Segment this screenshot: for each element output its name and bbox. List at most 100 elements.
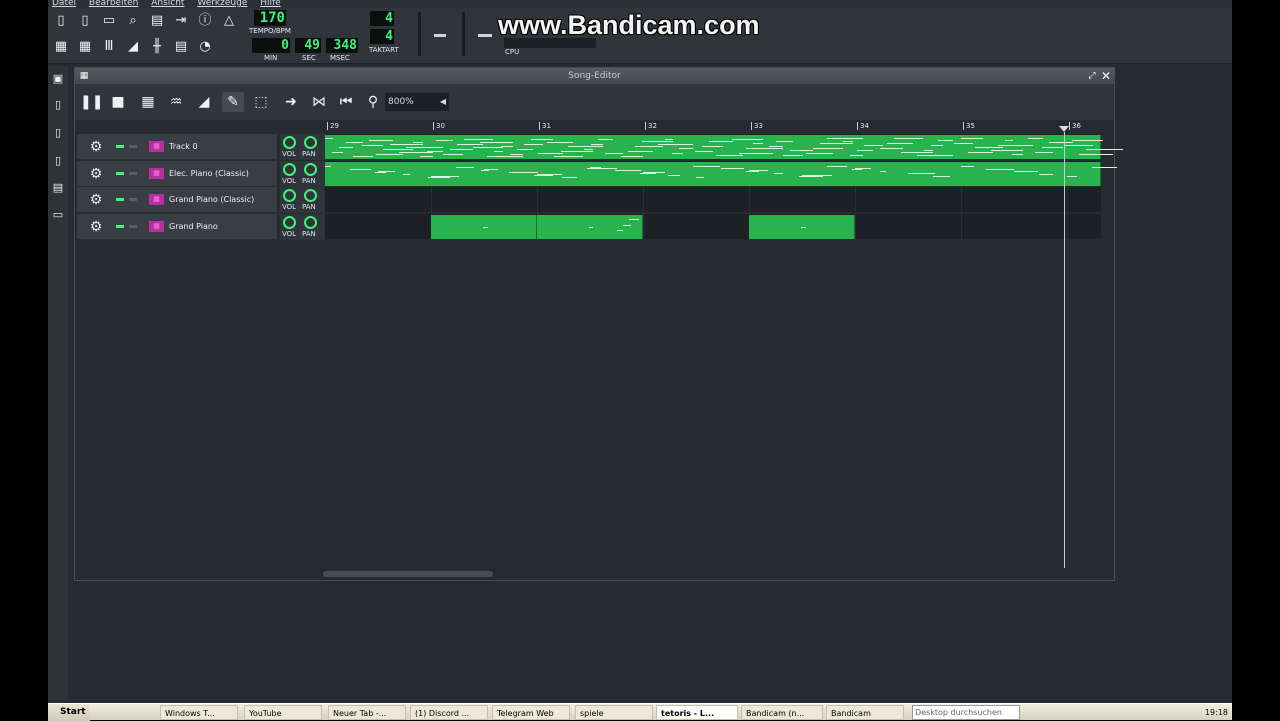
- maximize-icon[interactable]: ⤢: [1086, 70, 1098, 82]
- time-sig-denominator[interactable]: 4: [370, 29, 394, 44]
- master-pitch-slider[interactable]: [462, 12, 465, 56]
- add-automation-track-button[interactable]: ◢: [193, 92, 215, 112]
- gear-icon[interactable]: ⚙: [87, 138, 105, 156]
- pattern-clip[interactable]: [749, 214, 855, 239]
- time-sig-numerator[interactable]: 4: [370, 11, 394, 26]
- stop-behaviour-button[interactable]: ⏮: [335, 92, 357, 112]
- timeline[interactable]: 29 30 31 32 33 34 35 36: [327, 122, 1102, 134]
- automation-editor-icon[interactable]: ◢: [124, 38, 142, 56]
- mute-toggle[interactable]: [116, 145, 124, 148]
- menu-tools[interactable]: Werkzeuge: [197, 0, 247, 8]
- taskbar-task[interactable]: Windows T...: [160, 705, 238, 720]
- solo-toggle[interactable]: [129, 145, 137, 148]
- menu-file[interactable]: Datei: [52, 0, 76, 8]
- pan-knob[interactable]: [304, 215, 317, 229]
- edit-mode-button[interactable]: ⬚: [250, 92, 272, 112]
- export-icon[interactable]: ⇥: [172, 12, 190, 30]
- taskbar-task[interactable]: Bandicam (n...: [741, 705, 823, 720]
- projects-icon[interactable]: ▯: [51, 98, 65, 112]
- master-volume-slider[interactable]: [418, 12, 421, 56]
- instrument-plugins-icon[interactable]: ▣: [51, 72, 65, 86]
- beat-bassline-icon[interactable]: ▦: [76, 38, 94, 56]
- solo-toggle[interactable]: [129, 224, 137, 228]
- taskbar-task[interactable]: Neuer Tab -...: [328, 705, 406, 720]
- track-header[interactable]: ⚙ ▦ Grand Piano (Classic): [77, 187, 277, 213]
- volume-knob[interactable]: [283, 189, 296, 202]
- controller-rack-icon[interactable]: ◔: [196, 38, 214, 56]
- track-header[interactable]: ⚙ ▦ Elec. Piano (Classic): [77, 160, 277, 187]
- taskbar-task[interactable]: Telegram Web: [492, 705, 570, 720]
- mute-toggle[interactable]: [116, 171, 124, 175]
- mixer-icon[interactable]: ╫: [148, 38, 166, 56]
- piano-roll-icon[interactable]: Ⅲ: [100, 38, 118, 56]
- taskbar-task[interactable]: (1) Discord ...: [410, 705, 488, 720]
- open-folder-icon[interactable]: ▭: [100, 12, 118, 30]
- master-volume-handle[interactable]: [434, 34, 446, 37]
- volume-knob[interactable]: [283, 136, 296, 149]
- gear-icon[interactable]: ⚙: [87, 165, 105, 183]
- loop-points-button[interactable]: ⋈: [308, 92, 330, 112]
- draw-mode-button[interactable]: ✎: [222, 92, 244, 112]
- start-button[interactable]: Start: [48, 704, 90, 721]
- add-beat-track-button[interactable]: ▦: [137, 92, 159, 112]
- track-knobs: VOL PAN: [280, 213, 325, 240]
- pattern-clip[interactable]: [325, 135, 1123, 159]
- track-header[interactable]: ⚙ ▦ Grand Piano: [77, 213, 277, 240]
- mute-toggle[interactable]: [116, 224, 124, 228]
- taskbar-task[interactable]: spiele: [575, 705, 653, 720]
- close-icon[interactable]: ✕: [1100, 69, 1112, 83]
- home-folder-icon[interactable]: ▤: [51, 181, 65, 195]
- bar-number: 30: [433, 122, 445, 130]
- samples-icon[interactable]: ▯: [51, 126, 65, 140]
- solo-toggle[interactable]: [129, 198, 137, 201]
- project-notes-icon[interactable]: ▤: [172, 38, 190, 56]
- menu-help[interactable]: Hilfe: [260, 0, 280, 8]
- track-lane[interactable]: [325, 213, 1101, 240]
- pan-knob[interactable]: [304, 189, 317, 202]
- menu-view[interactable]: Ansicht: [151, 0, 184, 8]
- computer-icon[interactable]: ▭: [51, 208, 65, 222]
- volume-knob[interactable]: [283, 215, 296, 229]
- taskbar-task[interactable]: YouTube: [244, 705, 322, 720]
- desktop-search-input[interactable]: Desktop durchsuchen: [912, 705, 1020, 720]
- presets-icon[interactable]: ▯: [51, 154, 65, 168]
- solo-toggle[interactable]: [129, 171, 137, 175]
- track-lane[interactable]: [325, 134, 1123, 160]
- pan-knob[interactable]: [304, 162, 317, 176]
- mute-toggle[interactable]: [116, 198, 124, 201]
- song-editor-icon[interactable]: ▦: [52, 38, 70, 56]
- pan-knob[interactable]: [304, 136, 317, 149]
- master-pitch-handle[interactable]: [478, 34, 492, 37]
- pattern-clip[interactable]: [431, 214, 537, 239]
- metronome-icon[interactable]: △: [220, 12, 238, 30]
- gear-icon[interactable]: ⚙: [87, 191, 105, 209]
- tempo-lcd[interactable]: 170: [254, 10, 286, 26]
- save-icon[interactable]: ▤: [148, 12, 166, 30]
- track-lane[interactable]: [325, 160, 1117, 187]
- track-header[interactable]: ⚙ ▦ Track 0: [77, 134, 277, 160]
- pattern-clip[interactable]: [537, 214, 643, 239]
- track-name[interactable]: Elec. Piano (Classic): [169, 161, 249, 187]
- new-file-icon[interactable]: ▯: [52, 12, 70, 30]
- track-lane[interactable]: [325, 187, 1101, 213]
- stop-button[interactable]: ■: [107, 92, 129, 112]
- auto-scroll-button[interactable]: ➜: [280, 92, 302, 112]
- pattern-clip[interactable]: [325, 161, 1117, 186]
- menu-edit[interactable]: Bearbeiten: [89, 0, 138, 8]
- track-name[interactable]: Grand Piano (Classic): [169, 187, 254, 213]
- taskbar-task[interactable]: tetoris - L...: [656, 705, 738, 720]
- volume-knob[interactable]: [283, 162, 296, 176]
- horizontal-scrollbar[interactable]: [323, 571, 493, 577]
- track-name[interactable]: Grand Piano: [169, 214, 218, 240]
- note: [629, 218, 639, 220]
- gear-icon[interactable]: ⚙: [87, 218, 105, 236]
- info-icon[interactable]: ⓘ: [196, 12, 214, 30]
- recent-search-icon[interactable]: ⌕: [124, 12, 142, 30]
- new-from-template-icon[interactable]: ▯: [76, 12, 94, 30]
- taskbar-task[interactable]: Bandicam: [826, 705, 904, 720]
- add-sample-track-button[interactable]: ♒: [165, 92, 187, 112]
- song-editor-titlebar[interactable]: ▦ Song-Editor ⤢ ✕: [75, 68, 1114, 84]
- pause-button[interactable]: ❚❚: [80, 92, 103, 112]
- zoom-select[interactable]: 800% ◀: [385, 93, 449, 111]
- track-name[interactable]: Track 0: [169, 134, 198, 160]
